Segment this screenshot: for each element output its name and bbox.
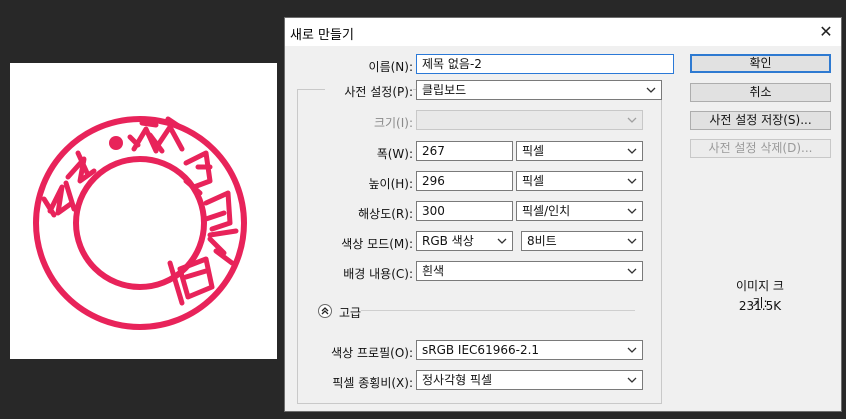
height-unit-value: 픽셀 xyxy=(522,174,545,188)
advanced-divider xyxy=(361,310,635,311)
height-label: 높이(H): xyxy=(368,177,413,191)
color-profile-select[interactable]: sRGB IEC61966-2.1 xyxy=(416,340,643,360)
chevron-down-icon xyxy=(627,115,637,125)
chevron-down-icon xyxy=(627,146,637,156)
color-mode-select[interactable]: RGB 색상 xyxy=(416,231,513,251)
color-profile-value: sRGB IEC61966-2.1 xyxy=(422,343,540,357)
bit-depth-select[interactable]: 8비트 xyxy=(521,231,643,251)
resolution-unit-value: 픽셀/인치 xyxy=(522,204,571,218)
width-unit-value: 픽셀 xyxy=(522,144,545,158)
save-preset-button[interactable]: 사전 설정 저장(S)... xyxy=(690,111,831,130)
bit-depth-value: 8비트 xyxy=(527,234,557,248)
size-label: 크기(I): xyxy=(373,116,413,130)
chevron-down-icon xyxy=(627,176,637,186)
advanced-toggle-icon[interactable] xyxy=(318,304,332,318)
height-input[interactable]: 296 xyxy=(416,171,513,191)
pixel-aspect-label: 픽셀 종횡비(X): xyxy=(332,376,413,390)
chevron-down-icon xyxy=(627,236,637,246)
ok-button[interactable]: 확인 xyxy=(690,54,831,73)
chevron-down-icon xyxy=(627,206,637,216)
close-icon[interactable]: ✕ xyxy=(813,20,839,44)
stamp-image xyxy=(33,116,247,330)
chevron-down-icon xyxy=(627,266,637,276)
resolution-input[interactable]: 300 xyxy=(416,201,513,221)
chevron-down-icon xyxy=(627,375,637,385)
preset-label: 사전 설정(P): xyxy=(325,83,413,100)
name-label: 이름(N): xyxy=(368,60,413,74)
color-mode-value: RGB 색상 xyxy=(422,234,474,248)
image-size-value: 231.5K xyxy=(738,299,782,313)
chevron-down-icon xyxy=(646,85,656,95)
size-select xyxy=(416,110,643,130)
advanced-label[interactable]: 고급 xyxy=(339,304,361,321)
width-label: 폭(W): xyxy=(376,147,413,161)
delete-preset-button: 사전 설정 삭제(D)... xyxy=(690,139,831,158)
dialog-titlebar[interactable]: 새로 만들기 ✕ xyxy=(285,18,841,46)
background-label: 배경 내용(C): xyxy=(343,267,413,281)
chevron-down-icon xyxy=(627,345,637,355)
new-document-dialog: 새로 만들기 ✕ 이름(N): 제목 없음-2 사전 설정(P): 클립보드 크… xyxy=(284,17,842,412)
resolution-unit-select[interactable]: 픽셀/인치 xyxy=(516,201,643,221)
chevron-down-icon xyxy=(497,236,507,246)
width-input[interactable]: 267 xyxy=(416,141,513,161)
preset-select[interactable]: 클립보드 xyxy=(416,80,662,100)
document-canvas[interactable] xyxy=(10,63,277,359)
color-profile-label: 색상 프로필(O): xyxy=(331,346,413,360)
resolution-label: 해상도(R): xyxy=(358,207,413,221)
cancel-button[interactable]: 취소 xyxy=(690,83,831,102)
name-input[interactable]: 제목 없음-2 xyxy=(416,54,674,74)
pixel-aspect-select[interactable]: 정사각형 픽셀 xyxy=(416,370,643,390)
width-unit-select[interactable]: 픽셀 xyxy=(516,141,643,161)
pixel-aspect-value: 정사각형 픽셀 xyxy=(422,373,493,387)
background-value: 흰색 xyxy=(422,264,445,278)
dialog-title: 새로 만들기 xyxy=(290,28,354,43)
preset-value: 클립보드 xyxy=(422,83,467,97)
background-select[interactable]: 흰색 xyxy=(416,261,643,281)
color-mode-label: 색상 모드(M): xyxy=(341,237,413,251)
height-unit-select[interactable]: 픽셀 xyxy=(516,171,643,191)
